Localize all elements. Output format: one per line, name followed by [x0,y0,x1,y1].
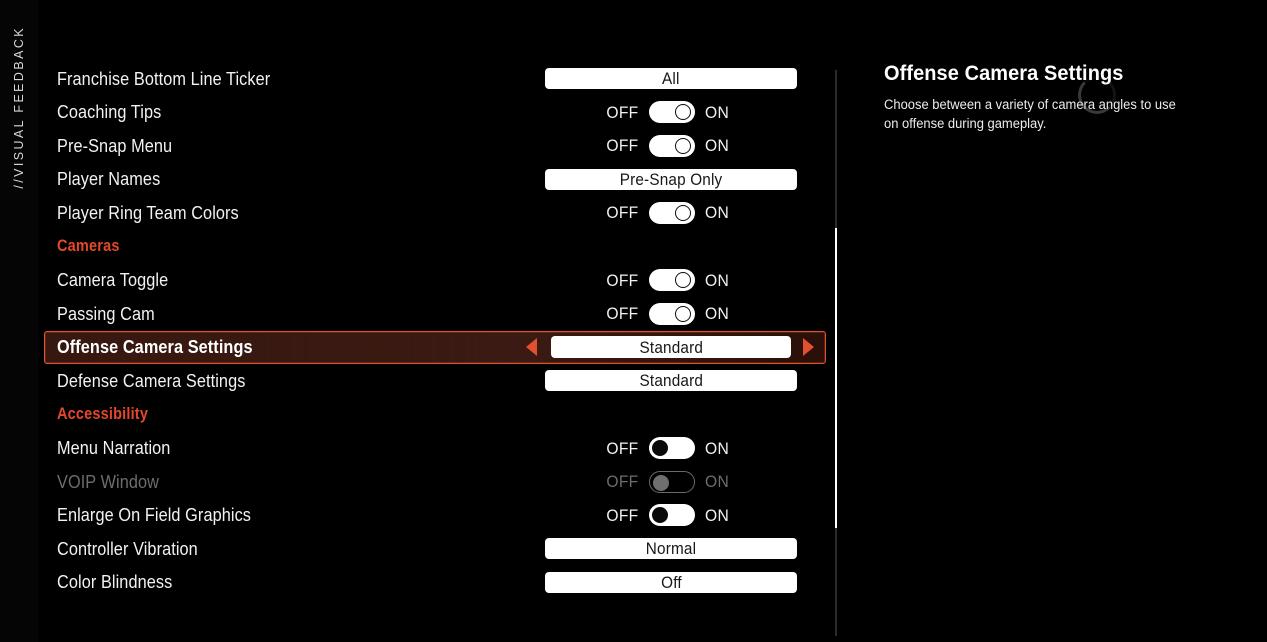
settings-row-label: Accessibility [57,405,149,423]
toggle-knob [674,305,691,322]
toggle-off-label: OFF [606,438,639,458]
settings-row[interactable]: Color Blindness Off [44,566,826,600]
toggle-off-label: OFF [606,304,639,324]
settings-row[interactable]: Player Ring Team Colors OFF ON [44,196,826,230]
toggle-switch[interactable] [648,134,695,157]
settings-row[interactable]: Player Names Pre-Snap Only [44,163,826,197]
toggle-control[interactable]: OFF ON [605,504,730,527]
setting-value-text: Standard [639,371,703,391]
settings-row[interactable]: Offense Camera Settings Standard [44,330,826,364]
settings-row[interactable]: Camera Toggle OFF ON [44,264,826,298]
info-panel: Offense Camera Settings Choose between a… [884,62,1224,133]
toggle-off-label: OFF [606,270,639,290]
settings-group-header: Accessibility [44,398,826,432]
settings-scrollbar[interactable] [835,70,837,636]
toggle-control[interactable]: OFF ON [605,269,730,292]
visual-feedback-tab-label: //VISUAL FEEDBACK [12,26,26,189]
toggle-on-label: ON [704,438,729,458]
toggle-off-label: OFF [606,472,639,492]
settings-row-control: Pre-Snap Only [45,164,825,196]
settings-row-control: OFF ON [45,298,825,330]
next-option-arrow-icon[interactable] [803,338,814,357]
toggle-switch[interactable] [648,201,695,224]
settings-row[interactable]: Pre-Snap Menu OFF ON [44,129,826,163]
toggle-switch[interactable] [648,437,695,460]
toggle-on-label: ON [704,472,729,492]
settings-row-control: OFF ON [45,466,825,498]
settings-row-label: Coaching Tips [57,101,162,123]
setting-value-text: Normal [645,539,697,559]
settings-row-label: Menu Narration [57,437,171,459]
toggle-knob [674,137,691,154]
setting-value-pill[interactable]: Off [545,571,797,593]
toggle-on-label: ON [704,505,729,525]
toggle-switch[interactable] [648,302,695,325]
toggle-control[interactable]: OFF ON [605,201,730,224]
toggle-off-label: OFF [606,203,639,223]
settings-row[interactable]: Passing Cam OFF ON [44,297,826,331]
settings-row-label: Player Ring Team Colors [57,201,239,223]
toggle-control[interactable]: OFF ON [605,437,730,460]
settings-row[interactable]: Controller Vibration Normal [44,532,826,566]
settings-group-header: Cameras [44,230,826,264]
toggle-control[interactable]: OFF ON [605,302,730,325]
settings-row[interactable]: Enlarge On Field Graphics OFF ON [44,499,826,533]
toggle-knob [651,507,668,524]
setting-value-text: Pre-Snap Only [619,169,723,189]
toggle-control[interactable]: OFF ON [605,101,730,124]
setting-value-pill[interactable]: Normal [545,538,797,560]
setting-value-pill[interactable]: All [545,68,797,90]
settings-row[interactable]: Franchise Bottom Line Ticker All [44,62,826,96]
settings-row-label: Enlarge On Field Graphics [57,504,252,526]
setting-value-pill[interactable]: Standard [545,370,797,392]
info-panel-title: Offense Camera Settings [884,62,1124,85]
settings-row-label: Defense Camera Settings [57,369,246,391]
settings-row[interactable]: Defense Camera Settings Standard [44,364,826,398]
settings-row-label: Pre-Snap Menu [57,134,173,156]
toggle-on-label: ON [704,270,729,290]
settings-list: Franchise Bottom Line Ticker All Coaching … [44,62,826,630]
toggle-knob [674,204,691,221]
setting-value-text: Off [660,572,682,592]
settings-row-label: Cameras [57,237,120,255]
toggle-knob [652,474,669,491]
setting-value-text: All [662,69,680,89]
settings-row[interactable]: Menu Narration OFF ON [44,432,826,466]
toggle-switch[interactable] [648,269,695,292]
setting-value-text: Standard [639,337,703,357]
toggle-on-label: ON [704,304,729,324]
settings-row-label: Color Blindness [57,571,173,593]
settings-row-label: VOIP Window [57,470,160,492]
settings-row-label: Offense Camera Settings [57,336,253,358]
toggle-knob [674,272,691,289]
settings-row-label: Player Names [57,168,161,190]
toggle-off-label: OFF [606,136,639,156]
toggle-on-label: ON [704,203,729,223]
toggle-knob [674,104,691,121]
scrollbar-thumb[interactable] [835,228,837,529]
info-panel-description: Choose between a variety of camera angle… [884,97,1176,132]
loading-spinner-icon [1078,76,1116,114]
toggle-control: OFF ON [605,470,730,493]
settings-row-control: OFF ON [45,97,825,129]
settings-row-label: Camera Toggle [57,269,169,291]
toggle-switch [648,470,695,493]
toggle-switch[interactable] [648,504,695,527]
toggle-on-label: ON [704,136,729,156]
toggle-off-label: OFF [606,505,639,525]
previous-option-arrow-icon[interactable] [526,338,537,357]
setting-value-pill[interactable]: Pre-Snap Only [545,168,797,190]
toggle-knob [651,440,668,457]
toggle-on-label: ON [704,102,729,122]
settings-row-label: Franchise Bottom Line Ticker [57,67,271,89]
visual-feedback-tab[interactable]: //VISUAL FEEDBACK [0,0,38,642]
toggle-switch[interactable] [648,101,695,124]
settings-row-label: Passing Cam [57,302,155,324]
setting-value-pill[interactable]: Standard [551,336,791,359]
toggle-off-label: OFF [606,102,639,122]
settings-row[interactable]: Coaching Tips OFF ON [44,96,826,130]
toggle-control[interactable]: OFF ON [605,134,730,157]
settings-row-label: Controller Vibration [57,537,198,559]
settings-row[interactable]: VOIP Window OFF ON [44,465,826,499]
